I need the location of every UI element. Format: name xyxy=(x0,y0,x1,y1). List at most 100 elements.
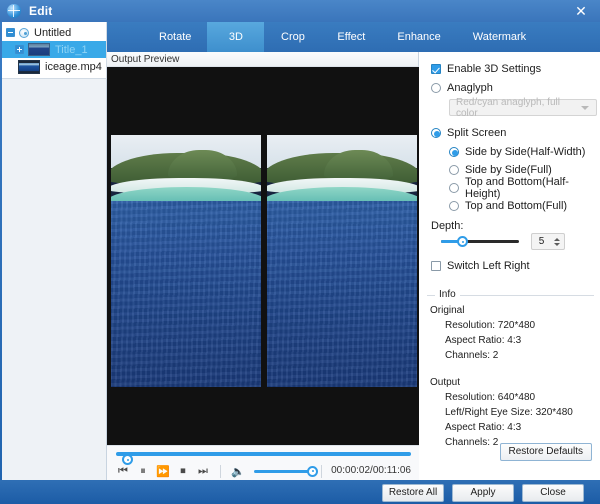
depth-slider-handle[interactable] xyxy=(457,236,468,247)
split-option-label: Side by Side(Half-Width) xyxy=(465,145,586,158)
enable-3d-checkbox[interactable] xyxy=(431,63,441,74)
depth-stepper[interactable]: 5 xyxy=(531,233,565,250)
seek-slider[interactable] xyxy=(116,452,411,465)
info-output-resolution: Resolution: 640*480 xyxy=(445,392,536,403)
anaglyph-row[interactable]: Anaglyph xyxy=(431,79,600,96)
split-screen-label: Split Screen xyxy=(447,126,507,139)
tree-item-untitled[interactable]: Untitled xyxy=(2,24,106,41)
enable-3d-label: Enable 3D Settings xyxy=(447,62,542,75)
info-group: Info Original Resolution: 720*480 Aspect… xyxy=(427,289,594,448)
stepper-buttons[interactable] xyxy=(551,237,562,246)
tab-crop[interactable]: Crop xyxy=(264,22,321,52)
transport-controls: ⏮ ⏸ ⏩ ⏹ ⏭ 🔈 xyxy=(113,463,329,479)
expand-icon[interactable] xyxy=(15,45,24,54)
depth-label: Depth: xyxy=(431,220,464,232)
title-bar: Edit ✕ xyxy=(0,0,600,22)
switch-left-right-row[interactable]: Switch Left Right xyxy=(431,257,600,274)
collapse-icon[interactable] xyxy=(6,28,15,37)
footer-bar: Restore All Apply Close xyxy=(0,480,600,504)
edit-window: Edit ✕ Untitled Title_1 iceage.mp4 Rotat… xyxy=(0,0,600,504)
tab-watermark[interactable]: Watermark xyxy=(457,22,542,52)
info-legend: Info xyxy=(435,289,460,300)
tree-item-label: Title_1 xyxy=(55,43,88,56)
stepper-down-icon[interactable] xyxy=(553,242,560,246)
tree-item-label: iceage.mp4 xyxy=(45,60,102,73)
stop-button[interactable]: ⏹ xyxy=(173,463,193,479)
info-output-eye-size: Left/Right Eye Size: 320*480 xyxy=(445,407,573,418)
previous-button[interactable]: ⏮ xyxy=(113,463,133,479)
volume-control: 🔈 xyxy=(228,463,318,479)
split-option-radio[interactable] xyxy=(449,146,459,157)
tab-3d[interactable]: 3D xyxy=(207,22,265,52)
preview-panel: Output Preview ⏮ ⏸ ⏩ ⏹ ⏭ 🔈 00:00:02/00:1… xyxy=(107,52,419,480)
ocean xyxy=(267,200,417,387)
divider xyxy=(321,464,322,478)
info-output-aspect: Aspect Ratio: 4:3 xyxy=(445,422,522,433)
anaglyph-mode-value: Red/cyan anaglyph, full color xyxy=(456,96,560,119)
tab-rotate[interactable]: Rotate xyxy=(143,22,207,52)
split-option-radio[interactable] xyxy=(449,200,459,211)
right-eye-frame xyxy=(267,135,417,387)
split-option-label: Top and Bottom(Full) xyxy=(465,199,568,212)
ocean xyxy=(111,200,261,387)
split-option-radio[interactable] xyxy=(449,164,459,175)
video-stage[interactable] xyxy=(107,67,419,445)
volume-handle[interactable] xyxy=(307,465,318,477)
switch-left-right-label: Switch Left Right xyxy=(447,259,530,272)
scene-left xyxy=(111,135,261,387)
split-option-radio[interactable] xyxy=(449,182,459,193)
switch-left-right-checkbox[interactable] xyxy=(431,260,441,271)
globe-icon xyxy=(7,4,21,18)
split-option-label: Top and Bottom(Half-Height) xyxy=(465,175,569,200)
fast-forward-button[interactable]: ⏩ xyxy=(153,463,173,479)
pause-button[interactable]: ⏸ xyxy=(133,463,153,479)
close-icon[interactable]: ✕ xyxy=(568,2,594,20)
enable-3d-row[interactable]: Enable 3D Settings xyxy=(431,60,600,77)
playback-bar: ⏮ ⏸ ⏩ ⏹ ⏭ 🔈 00:00:02/00:11:06 xyxy=(107,445,419,480)
left-eye-frame xyxy=(111,135,261,387)
preview-header-label: Output Preview xyxy=(107,52,418,67)
volume-slider[interactable] xyxy=(254,465,318,477)
depth-control: 5 xyxy=(441,233,600,250)
tree-item-iceage[interactable]: iceage.mp4 xyxy=(2,58,106,75)
sidebar: Untitled Title_1 iceage.mp4 xyxy=(2,22,107,480)
info-original-resolution: Resolution: 720*480 xyxy=(445,320,536,331)
divider xyxy=(220,464,221,478)
tab-effect[interactable]: Effect xyxy=(321,22,381,52)
split-screen-radio[interactable] xyxy=(431,127,441,138)
tab-enhance[interactable]: Enhance xyxy=(381,22,456,52)
close-button[interactable]: Close xyxy=(522,484,584,502)
next-button[interactable]: ⏭ xyxy=(193,463,213,479)
window-title: Edit xyxy=(29,4,53,18)
split-option-sbs-half[interactable]: Side by Side(Half-Width) xyxy=(449,143,600,160)
split-screen-row[interactable]: Split Screen xyxy=(431,124,600,141)
chevron-down-icon xyxy=(581,105,589,110)
settings-panel: Enable 3D Settings Anaglyph Red/cyan ana… xyxy=(419,52,600,480)
anaglyph-mode-dropdown: Red/cyan anaglyph, full color xyxy=(449,96,597,119)
split-option-tb-half[interactable]: Top and Bottom(Half-Height) xyxy=(449,176,600,200)
volume-icon[interactable]: 🔈 xyxy=(228,463,248,479)
info-original-heading: Original xyxy=(430,305,465,316)
info-original-channels: Channels: 2 xyxy=(445,350,499,361)
apply-button[interactable]: Apply xyxy=(452,484,514,502)
info-original-aspect: Aspect Ratio: 4:3 xyxy=(445,335,522,346)
stepper-up-icon[interactable] xyxy=(553,237,560,241)
depth-value: 5 xyxy=(538,236,545,247)
tree-item-label: Untitled xyxy=(34,26,72,39)
disc-icon xyxy=(19,27,29,38)
project-tree: Untitled Title_1 iceage.mp4 xyxy=(2,22,107,79)
anaglyph-label: Anaglyph xyxy=(447,81,493,94)
split-option-label: Side by Side(Full) xyxy=(465,163,552,176)
tree-item-title1[interactable]: Title_1 xyxy=(2,41,106,58)
timecode-label: 00:00:02/00:11:06 xyxy=(331,465,411,476)
video-thumb-icon xyxy=(28,43,50,56)
tab-bar: Rotate 3D Crop Effect Enhance Watermark xyxy=(107,22,600,52)
file-thumb-icon xyxy=(18,59,40,74)
restore-defaults-button[interactable]: Restore Defaults xyxy=(499,443,592,461)
depth-slider[interactable] xyxy=(441,236,519,247)
restore-all-button[interactable]: Restore All xyxy=(382,484,444,502)
scene-right xyxy=(267,135,417,387)
anaglyph-radio[interactable] xyxy=(431,82,441,93)
info-output-heading: Output xyxy=(430,377,461,388)
split-option-tb-full[interactable]: Top and Bottom(Full) xyxy=(449,197,600,214)
